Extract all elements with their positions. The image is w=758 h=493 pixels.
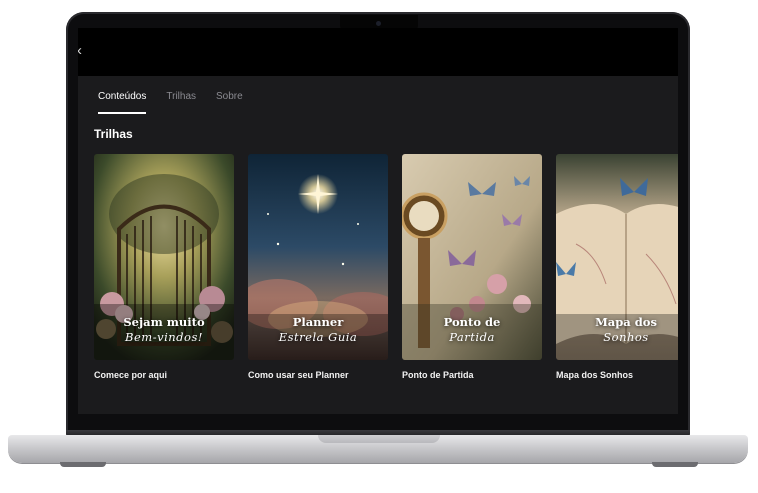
cover-line-1: Mapa dos: [595, 315, 657, 329]
camera-icon: [376, 21, 381, 26]
screen: ‹ Conteúdos Trilhas Sobre Trilhas: [78, 28, 678, 414]
card-cover-title: Planner Estrela Guia: [248, 315, 388, 344]
card-cover-title: Sejam muito Bem-vindos!: [94, 315, 234, 344]
laptop-mockup: ‹ Conteúdos Trilhas Sobre Trilhas: [0, 0, 758, 493]
card-label: Como usar seu Planner: [248, 370, 349, 380]
card-cover-image: Ponto de Partida: [402, 154, 542, 360]
cover-line-1: Sejam muito: [123, 315, 205, 329]
card-cover-image: Planner Estrela Guia: [248, 154, 388, 360]
chevron-left-icon[interactable]: ‹: [78, 43, 89, 59]
trail-card-mapa-sonhos[interactable]: Mapa dos Sonhos Mapa dos Sonhos: [556, 154, 678, 380]
tab-bar: Conteúdos Trilhas Sobre: [98, 86, 243, 116]
card-cover-title: Mapa dos Sonhos: [556, 315, 678, 344]
card-label: Comece por aqui: [94, 370, 168, 380]
trail-card-ponto-partida[interactable]: Ponto de Partida Ponto de Partida: [402, 154, 542, 380]
card-cover-image: Mapa dos Sonhos: [556, 154, 678, 360]
section-title: Trilhas: [94, 127, 133, 141]
cover-line-2: Partida: [449, 330, 495, 344]
app-content: Conteúdos Trilhas Sobre Trilhas Sejam mu…: [78, 76, 678, 414]
trail-card-planner[interactable]: Planner Estrela Guia Como usar seu Plann…: [248, 154, 388, 380]
tab-conteudos[interactable]: Conteúdos: [98, 86, 147, 114]
cover-line-2: Estrela Guia: [278, 330, 358, 344]
card-label: Ponto de Partida: [402, 370, 474, 380]
top-bar: ‹: [78, 28, 678, 76]
card-cover-title: Ponto de Partida: [402, 315, 542, 344]
card-label: Mapa dos Sonhos: [556, 370, 634, 380]
tab-trilhas[interactable]: Trilhas: [166, 86, 196, 112]
trail-card-comece[interactable]: Sejam muito Bem-vindos! Comece por aqui: [94, 154, 234, 380]
cover-line-1: Planner: [292, 315, 344, 329]
cover-line-2: Bem-vindos!: [125, 330, 203, 344]
cover-line-1: Ponto de: [443, 315, 501, 329]
tab-sobre[interactable]: Sobre: [216, 86, 243, 112]
laptop-foot: [652, 462, 698, 467]
card-cover-image: Sejam muito Bem-vindos!: [94, 154, 234, 360]
trackpad-lip: [318, 435, 440, 443]
trail-cards: Sejam muito Bem-vindos! Comece por aqui: [94, 154, 678, 394]
laptop-foot: [60, 462, 106, 467]
cover-line-2: Sonhos: [603, 330, 649, 344]
